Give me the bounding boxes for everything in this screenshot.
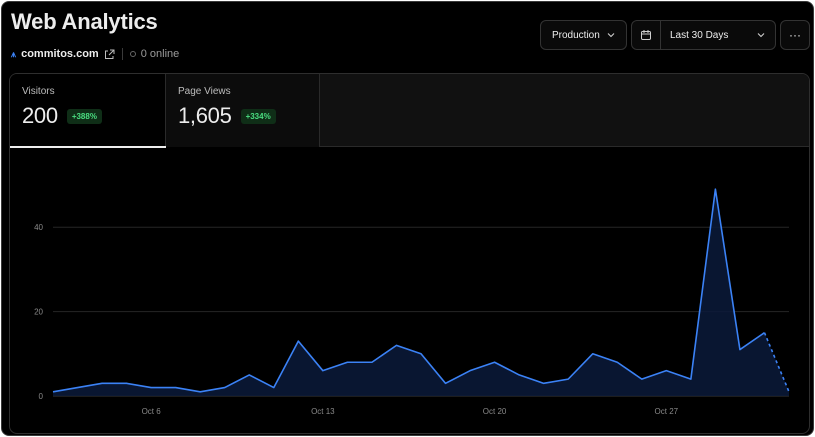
date-range-label: Last 30 Days — [670, 29, 729, 41]
visitors-chart: 0 20 40 Oct 6 Oct 13 Oct 20 Oct 27 — [34, 188, 790, 416]
online-status-icon — [129, 51, 136, 57]
tab-label: Page Views — [178, 86, 231, 97]
site-favicon-icon: ⩚ — [11, 48, 17, 59]
divider — [121, 48, 123, 60]
change-badge: +334% — [240, 108, 276, 124]
more-options-button[interactable]: ··· — [780, 20, 810, 50]
site-info: ⩚ commitos.com 0 online — [11, 47, 179, 61]
change-badge: +388% — [66, 108, 102, 124]
online-count: 0 online — [140, 48, 180, 60]
series-area — [53, 189, 789, 396]
tab-label: Visitors — [22, 86, 55, 97]
page-title: Web Analytics — [11, 9, 158, 34]
chevron-down-icon — [606, 30, 616, 43]
metric-value: 200 — [22, 103, 58, 128]
metrics-card: Visitors 200 +388% Page Views 1,605 +334… — [9, 73, 810, 434]
calendar-icon — [632, 21, 661, 49]
x-tick-label: Oct 13 — [311, 407, 335, 416]
y-tick-label: 0 — [39, 392, 44, 401]
metric-value: 1,605 — [178, 103, 232, 128]
tab-visitors[interactable]: Visitors 200 +388% — [10, 74, 166, 148]
analytics-window: Web Analytics ⩚ commitos.com 0 online Pr… — [1, 1, 814, 436]
tab-page-views[interactable]: Page Views 1,605 +334% — [166, 74, 320, 147]
y-tick-label: 20 — [34, 308, 43, 317]
y-tick-label: 40 — [34, 223, 43, 232]
x-tick-label: Oct 20 — [483, 407, 507, 416]
x-tick-label: Oct 27 — [655, 407, 679, 416]
site-domain-link[interactable]: commitos.com — [21, 48, 99, 60]
environment-label: Production — [552, 29, 600, 41]
environment-select[interactable]: Production — [540, 20, 627, 50]
metric-tabs: Visitors 200 +388% Page Views 1,605 +334… — [10, 74, 809, 148]
x-tick-label: Oct 6 — [142, 407, 162, 416]
external-link-icon[interactable] — [104, 49, 115, 60]
date-range-select[interactable]: Last 30 Days — [631, 20, 776, 50]
ellipsis-icon: ··· — [789, 28, 801, 42]
chevron-down-icon — [756, 30, 766, 43]
